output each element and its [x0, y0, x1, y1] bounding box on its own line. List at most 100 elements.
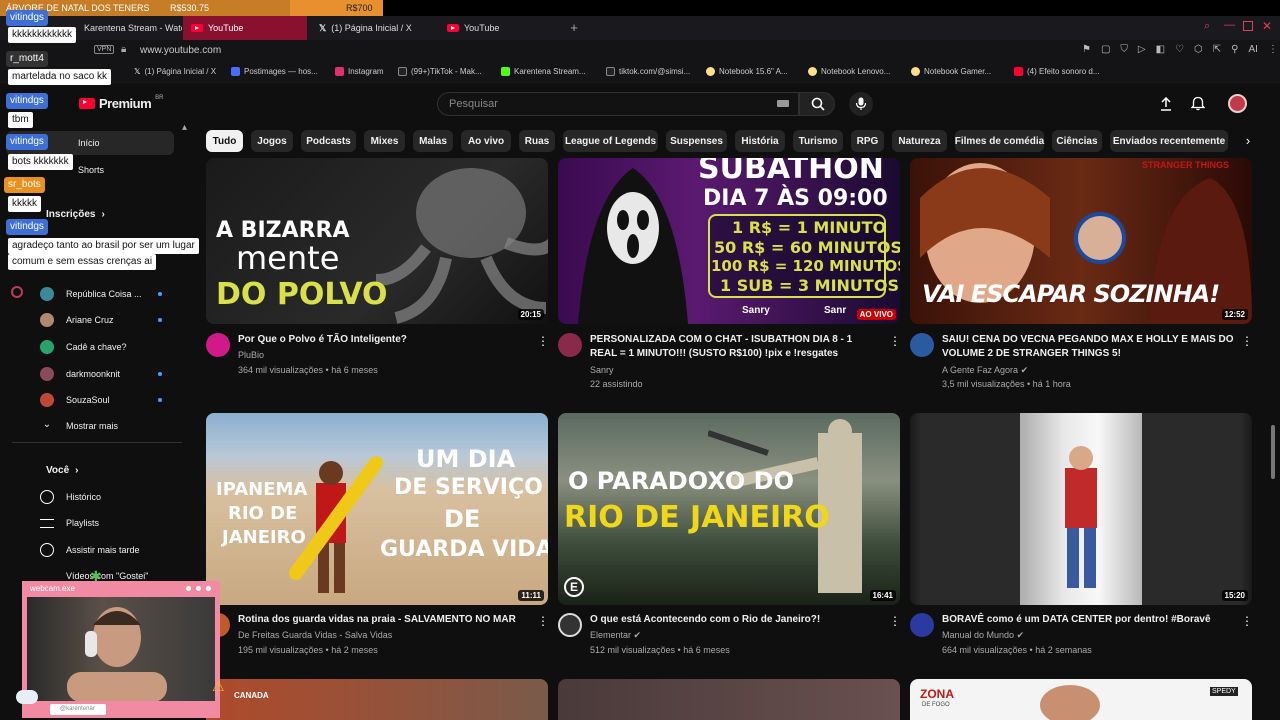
bookmark-notebook-3[interactable]: Notebook Gamer... [911, 67, 991, 76]
page-scrollbar-thumb[interactable] [1271, 425, 1275, 479]
more-options-icon[interactable]: ⋮ [889, 334, 901, 348]
ai-button[interactable]: AI [1249, 44, 1258, 55]
channel-name[interactable]: De Freitas Guarda Vidas - Salva Vidas [238, 628, 392, 642]
chip-historia[interactable]: História [735, 130, 785, 152]
video-thumbnail-stranger-things[interactable]: STRANGER THINGS VAI ESCAPAR SOZINHA! 12:… [910, 158, 1252, 324]
bookmark-notebook-1[interactable]: Notebook 15.6" A... [706, 67, 788, 76]
account-avatar[interactable] [1228, 94, 1247, 113]
chip-malas[interactable]: Malas [413, 130, 453, 152]
video-title[interactable]: SAIU! CENA DO VECNA PEGANDO MAX E HOLLY … [942, 333, 1234, 361]
channel-name[interactable]: PluBio [238, 348, 264, 362]
heart-icon[interactable]: ♡ [1175, 44, 1184, 55]
translate-icon[interactable]: ⚲ [1231, 44, 1238, 55]
notifications-bell-icon[interactable] [1191, 96, 1205, 111]
youtube-icon [1014, 67, 1023, 76]
tab-youtube[interactable]: YouTube [439, 16, 563, 40]
chip-enviados-recentemente[interactable]: Enviados recentemente [1110, 130, 1228, 152]
bookmark-icon[interactable]: ⚑ [1082, 44, 1091, 55]
bookmark-notebook-2[interactable]: Notebook Lenovo... [808, 67, 890, 76]
tab-x-home[interactable]: 𝕏 (1) Página Inicial / X [311, 16, 435, 40]
video-title[interactable]: O que está Acontecendo com o Rio de Jane… [590, 613, 880, 627]
maximize-icon[interactable] [1243, 21, 1253, 31]
channel-name[interactable]: Sanry [590, 363, 614, 377]
more-options-icon[interactable]: ⋮ [537, 334, 549, 348]
sidebar-channel-darkmoonknit[interactable]: darkmoonknit [40, 362, 120, 386]
share-icon[interactable]: ⇱ [1213, 44, 1221, 55]
channel-name[interactable]: A Gente Faz Agora [942, 365, 1018, 375]
channel-avatar[interactable] [206, 333, 230, 357]
search-tabs-icon[interactable]: ⌕ [1204, 20, 1210, 33]
chevron-right-icon: › [75, 464, 79, 476]
bookmark-instagram[interactable]: Instagram [335, 67, 384, 76]
chip-natureza[interactable]: Natureza [892, 130, 947, 152]
search-button[interactable] [799, 92, 835, 116]
sidebar-item-label: Assistir mais tarde [66, 545, 140, 555]
sidebar-channel-cade-a-chave[interactable]: Cadê a chave? [40, 335, 127, 359]
bookmark-postimages[interactable]: Postimages — hos... [231, 67, 318, 76]
more-options-icon[interactable]: ⋮ [1241, 334, 1253, 348]
chips-next-chevron-icon[interactable]: › [1236, 130, 1260, 152]
sidebar-item-watch-later[interactable]: Assistir mais tarde [40, 538, 140, 562]
camera-icon[interactable]: ◧ [1156, 44, 1165, 55]
chip-league-of-legends[interactable]: League of Legends [563, 130, 658, 152]
sidebar-you-header[interactable]: Você › [46, 458, 79, 482]
channel-avatar[interactable] [558, 333, 582, 357]
video-thumbnail-guarda-vidas[interactable]: IPANEMA RIO DE JANEIRO UM DIA DE SERVIÇO… [206, 413, 548, 605]
sidebar-item-playlists[interactable]: Playlists [40, 511, 99, 535]
video-thumbnail-data-center[interactable]: 15:20 [910, 413, 1252, 605]
chip-filmes-de-comedia[interactable]: Filmes de comédia [955, 130, 1044, 152]
thumb-text: CANADA [234, 691, 269, 700]
chip-rpg[interactable]: RPG [851, 130, 884, 152]
chip-turismo[interactable]: Turismo [793, 130, 843, 152]
more-options-icon[interactable]: ⋮ [889, 614, 901, 628]
voice-search-button[interactable] [849, 92, 873, 116]
channel-avatar[interactable] [910, 613, 934, 637]
chip-ruas[interactable]: Ruas [519, 130, 555, 152]
menu-icon[interactable]: ⋮ [1268, 44, 1278, 55]
chip-suspenses[interactable]: Suspenses [666, 130, 727, 152]
settings-gear-icon[interactable] [11, 286, 23, 298]
channel-name[interactable]: Elementar [590, 630, 631, 640]
sidebar-channel-ariane-cruz[interactable]: Ariane Cruz [40, 308, 114, 332]
new-tab-button[interactable]: + [567, 21, 581, 35]
chip-podcasts[interactable]: Podcasts [301, 130, 356, 152]
keyboard-icon[interactable] [777, 100, 789, 107]
video-thumbnail-row3-3[interactable]: ZONA DE FOGO SPEDY [910, 679, 1252, 720]
video-thumbnail-polvo[interactable]: A BIZARRA mente DO POLVO 20:15 [206, 158, 548, 324]
video-thumbnail-row3-1[interactable]: CANADA [206, 679, 548, 720]
video-title[interactable]: BORAVÊ como é um DATA CENTER por dentro!… [942, 613, 1232, 627]
search-input[interactable]: Pesquisar [437, 92, 799, 116]
bookmark-efeito[interactable]: (4) Efeito sonoro d... [1014, 67, 1099, 76]
video-thumbnail-subathon[interactable]: SUBATHON DIA 7 ÀS 09:00 1 R$ = 1 MINUTO … [558, 158, 900, 324]
channel-name[interactable]: Manual do Mundo [942, 630, 1014, 640]
chip-ciencias[interactable]: Ciências [1052, 130, 1102, 152]
play-icon[interactable]: ▷ [1138, 44, 1146, 55]
donation-goal-target: R$700 [346, 3, 373, 13]
shield-icon[interactable]: ⛉ [1120, 44, 1128, 55]
channel-avatar[interactable] [910, 333, 934, 357]
upload-icon[interactable] [1159, 97, 1173, 111]
close-window-icon[interactable]: ✕ [1262, 19, 1272, 33]
bookmark-tiktok-profile[interactable]: tiktok.com/@simsi... [606, 67, 690, 76]
video-title[interactable]: Rotina dos guarda vidas na praia - SALVA… [238, 613, 528, 627]
more-options-icon[interactable]: ⋮ [537, 614, 549, 628]
sidebar-item-history[interactable]: Histórico [40, 485, 101, 509]
channel-avatar[interactable] [558, 613, 582, 637]
chip-jogos[interactable]: Jogos [251, 130, 293, 152]
bookmark-tiktok[interactable]: (99+)TikTok - Mak... [398, 67, 482, 76]
extensions-icon[interactable]: ⬡ [1194, 44, 1203, 55]
video-title[interactable]: PERSONALIZADA COM O CHAT - ISUBATHON DIA… [590, 333, 882, 361]
bookmark-karentena[interactable]: Karentena Stream... [501, 67, 586, 76]
sidebar-channel-souzasoul[interactable]: SouzaSoul [40, 388, 110, 412]
webcam-button-icon [186, 586, 191, 591]
chip-mixes[interactable]: Mixes [364, 130, 405, 152]
screenshot-icon[interactable]: ▢ [1101, 44, 1110, 55]
minimize-icon[interactable]: — [1224, 19, 1235, 31]
chip-ao-vivo[interactable]: Ao vivo [461, 130, 511, 152]
sidebar-show-more[interactable]: ⌄ Mostrar mais [40, 414, 118, 438]
video-thumbnail-row3-2[interactable] [558, 679, 900, 720]
more-options-icon[interactable]: ⋮ [1241, 614, 1253, 628]
video-thumbnail-rio[interactable]: O PARADOXO DO RIO DE JANEIRO E 16:41 [558, 413, 900, 605]
sidebar-channel-republica[interactable]: República Coisa ... [40, 282, 142, 306]
video-title[interactable]: Por Que o Polvo é TÃO Inteligente? [238, 333, 528, 347]
